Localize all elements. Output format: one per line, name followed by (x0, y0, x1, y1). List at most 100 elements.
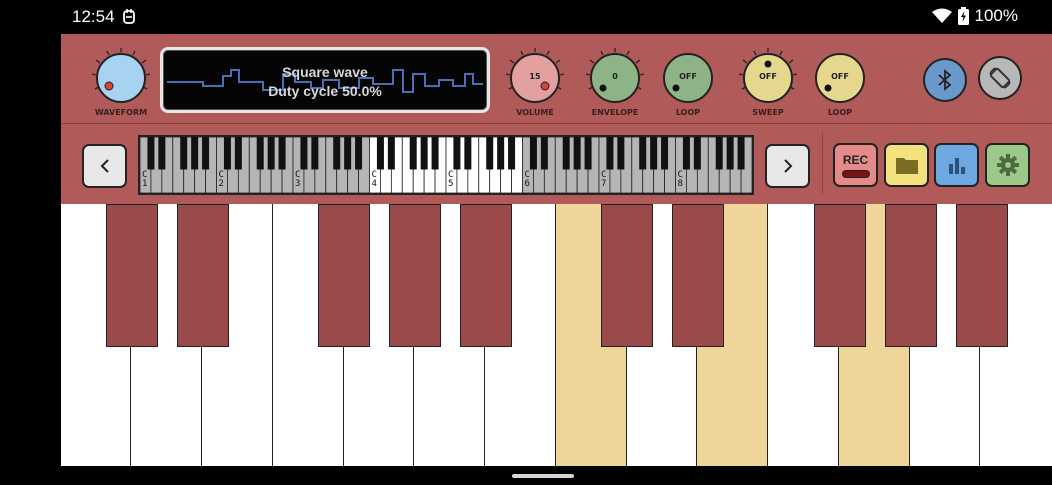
mini-black-key (661, 137, 669, 170)
loop-knob-1[interactable]: OFF LOOP (648, 42, 728, 120)
piano-black-key[interactable] (177, 204, 229, 347)
mini-black-key (693, 137, 701, 170)
loop-knob-1-value: OFF (679, 72, 697, 81)
piano-black-key[interactable] (885, 204, 937, 347)
piano-black-key[interactable] (672, 204, 724, 347)
piano-black-key[interactable] (389, 204, 441, 347)
mini-black-key (737, 137, 745, 170)
mini-black-key (529, 137, 537, 170)
mini-black-key (311, 137, 319, 170)
loop-knob-2-label: LOOP (827, 108, 853, 117)
statistics-button[interactable] (934, 143, 979, 187)
mini-black-key (464, 137, 472, 170)
waveform-graph (167, 69, 483, 93)
status-right: 100% (931, 6, 1018, 26)
volume-knob-label: VOLUME (516, 108, 554, 117)
mini-keyboard-graphic (140, 137, 752, 193)
settings-button[interactable] (985, 143, 1030, 187)
record-indicator-icon (841, 169, 870, 178)
mini-black-key (147, 137, 155, 170)
status-bar: 12:54 100% (0, 0, 1052, 34)
mini-black-key (387, 137, 395, 170)
screen-root: 12:54 100% WAVEFORM Square wave Duty cyc… (0, 0, 1052, 485)
sweep-knob[interactable]: OFF SWEEP (728, 42, 808, 120)
waveform-knob-dial (91, 48, 151, 103)
sweep-knob-value: OFF (759, 72, 777, 81)
mini-black-key (267, 137, 275, 170)
mini-black-key (617, 137, 625, 170)
mini-black-key (650, 137, 658, 170)
chevron-right-icon (783, 159, 792, 173)
mini-black-key (726, 137, 734, 170)
home-gesture-handle[interactable] (512, 474, 574, 478)
sweep-knob-label: SWEEP (752, 108, 784, 117)
divider-vertical (822, 132, 823, 194)
mini-black-key (606, 137, 614, 170)
waveform-knob-label: WAVEFORM (94, 108, 148, 117)
mini-black-key (355, 137, 363, 170)
mini-black-key (344, 137, 352, 170)
bluetooth-button[interactable] (923, 58, 967, 102)
mini-black-key (584, 137, 592, 170)
control-panel: WAVEFORM Square wave Duty cycle 50.0% 15… (61, 34, 1052, 204)
mini-black-key (158, 137, 166, 170)
piano-black-key[interactable] (318, 204, 370, 347)
mini-black-key (453, 137, 461, 170)
waveform-knob[interactable]: WAVEFORM (79, 42, 163, 120)
envelope-knob[interactable]: 0 ENVELOPE (575, 42, 655, 120)
volume-knob[interactable]: 15 VOLUME (495, 42, 575, 120)
rotate-screen-button[interactable] (978, 56, 1022, 100)
display-line-1: Square wave (282, 64, 368, 80)
mini-black-key (562, 137, 570, 170)
chevron-left-icon (100, 159, 109, 173)
volume-knob-value: 15 (529, 72, 541, 81)
battery-icon (957, 7, 969, 25)
loop-knob-2-value: OFF (831, 72, 849, 81)
navigation-bar (0, 466, 1052, 485)
waveform-display: Square wave Duty cycle 50.0% (160, 47, 490, 113)
mini-black-key (508, 137, 516, 170)
piano-black-key[interactable] (814, 204, 866, 347)
usb-debug-icon (123, 9, 135, 24)
mini-black-key (682, 137, 690, 170)
mini-black-key (202, 137, 210, 170)
octave-left-button[interactable] (82, 144, 127, 188)
mini-black-key (573, 137, 581, 170)
piano-black-key[interactable] (956, 204, 1008, 347)
battery-percent: 100% (974, 6, 1018, 25)
piano-black-key[interactable] (460, 204, 512, 347)
mini-keyboard-overview[interactable]: C1 C2 C3 C4 C5 C6 C7 C8 (138, 135, 754, 195)
gear-icon (996, 154, 1019, 176)
piano-black-key[interactable] (601, 204, 653, 347)
bluetooth-icon (938, 69, 952, 91)
piano-keyboard[interactable] (61, 204, 1052, 466)
open-folder-button[interactable] (884, 143, 929, 187)
envelope-knob-label: ENVELOPE (591, 108, 639, 117)
mini-black-key (223, 137, 231, 170)
mini-black-key (409, 137, 417, 170)
screen-rotation-icon (989, 67, 1011, 89)
mini-black-key (431, 137, 439, 170)
octave-right-button[interactable] (765, 144, 810, 188)
piano-black-key[interactable] (106, 204, 158, 347)
mini-black-key (497, 137, 505, 170)
mini-black-key (180, 137, 188, 170)
loop-knob-1-label: LOOP (675, 108, 701, 117)
loop-knob-2[interactable]: OFF LOOP (800, 42, 880, 120)
mini-black-key (486, 137, 494, 170)
status-time: 12:54 (72, 7, 115, 26)
folder-icon (895, 158, 918, 174)
mini-black-key (234, 137, 242, 170)
synth-app: WAVEFORM Square wave Duty cycle 50.0% 15… (61, 34, 1052, 466)
display-line-2: Duty cycle 50.0% (268, 83, 382, 99)
mini-black-key (333, 137, 341, 170)
record-button-label: REC (842, 152, 869, 167)
bar-chart-icon (948, 158, 965, 174)
divider-line (61, 123, 1052, 124)
wifi-icon (931, 8, 952, 23)
mini-black-key (191, 137, 199, 170)
mini-black-key (639, 137, 647, 170)
record-button[interactable]: REC (833, 143, 878, 187)
envelope-knob-value: 0 (612, 72, 618, 81)
mini-black-key (420, 137, 428, 170)
